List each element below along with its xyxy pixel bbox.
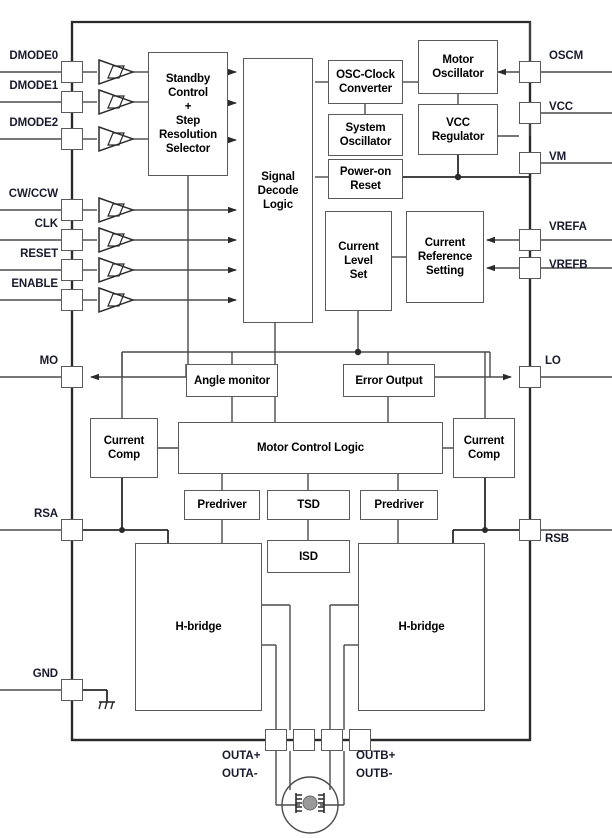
- pin-mo[interactable]: [61, 366, 83, 388]
- pin-label-outb-plus: OUTB+: [356, 750, 396, 762]
- block-standby-control[interactable]: Standby Control + Step Resolution Selector: [148, 52, 228, 176]
- pin-label-vcc: VCC: [549, 101, 573, 113]
- pin-dmode2[interactable]: [61, 128, 83, 150]
- block-predriver-b[interactable]: Predriver: [360, 490, 438, 520]
- block-hbridge-a[interactable]: H-bridge: [135, 543, 262, 711]
- block-motor-control-logic[interactable]: Motor Control Logic: [178, 422, 443, 474]
- pin-vm[interactable]: [519, 152, 541, 174]
- pin-label-cwccw: CW/CCW: [8, 188, 58, 200]
- pin-label-outa-minus: OUTA-: [222, 768, 258, 780]
- pin-label-enable: ENABLE: [11, 278, 58, 290]
- motor-rotor: [295, 793, 325, 813]
- pin-label-gnd: GND: [32, 668, 58, 680]
- pin-gnd[interactable]: [61, 679, 83, 701]
- block-error-output[interactable]: Error Output: [343, 364, 435, 397]
- pin-label-lo: LO: [545, 355, 561, 367]
- pin-outb-plus[interactable]: [321, 729, 343, 751]
- pin-label-vrefa: VREFA: [549, 221, 587, 233]
- block-current-comp-a[interactable]: Current Comp: [90, 418, 158, 478]
- block-current-level-set[interactable]: Current Level Set: [325, 211, 392, 311]
- pin-label-dmode0: DMODE0: [9, 50, 58, 62]
- pin-label-reset: RESET: [20, 248, 58, 260]
- block-system-oscillator[interactable]: System Oscillator: [328, 114, 403, 156]
- pin-label-clk: CLK: [34, 218, 58, 230]
- pin-rsa[interactable]: [61, 519, 83, 541]
- pin-vrefb[interactable]: [519, 257, 541, 279]
- block-hbridge-b[interactable]: H-bridge: [358, 543, 485, 711]
- block-signal-decode-logic[interactable]: Signal Decode Logic: [243, 58, 313, 323]
- block-isd[interactable]: ISD: [267, 540, 350, 573]
- block-vcc-regulator[interactable]: VCC Regulator: [418, 104, 498, 155]
- block-angle-monitor[interactable]: Angle monitor: [186, 364, 278, 397]
- pin-label-outa-plus: OUTA+: [222, 750, 261, 762]
- pin-label-rsb: RSB: [545, 533, 569, 545]
- pin-label-vrefb: VREFB: [549, 259, 588, 271]
- block-current-reference-setting[interactable]: Current Reference Setting: [406, 211, 484, 303]
- pin-oscm[interactable]: [519, 61, 541, 83]
- pin-outb-minus[interactable]: [349, 729, 371, 751]
- pin-outa-minus[interactable]: [265, 729, 287, 751]
- pin-cwccw[interactable]: [61, 199, 83, 221]
- block-tsd[interactable]: TSD: [267, 490, 350, 520]
- pin-label-rsa: RSA: [34, 508, 58, 520]
- pin-label-vm: VM: [549, 151, 567, 163]
- pin-clk[interactable]: [61, 229, 83, 251]
- block-diagram-canvas: DMODE0 DMODE1 DMODE2 CW/CCW CLK RESET EN…: [0, 0, 612, 838]
- pin-dmode1[interactable]: [61, 91, 83, 113]
- pin-label-dmode2: DMODE2: [9, 117, 58, 129]
- pin-label-oscm: OSCM: [549, 50, 584, 62]
- pin-reset[interactable]: [61, 259, 83, 281]
- pin-lo[interactable]: [519, 366, 541, 388]
- block-predriver-a[interactable]: Predriver: [184, 490, 260, 520]
- block-power-on-reset[interactable]: Power-on Reset: [328, 159, 403, 199]
- input-buffers: [98, 58, 136, 314]
- block-current-comp-b[interactable]: Current Comp: [453, 418, 515, 478]
- block-osc-clock-converter[interactable]: OSC-Clock Converter: [328, 60, 403, 104]
- pin-label-dmode1: DMODE1: [9, 80, 58, 92]
- block-motor-oscillator[interactable]: Motor Oscillator: [418, 40, 498, 94]
- pin-vcc[interactable]: [519, 102, 541, 124]
- pin-label-outb-minus: OUTB-: [356, 768, 393, 780]
- pin-enable[interactable]: [61, 289, 83, 311]
- pin-dmode0[interactable]: [61, 61, 83, 83]
- pin-label-mo: MO: [39, 355, 58, 367]
- pin-outa-plus[interactable]: [293, 729, 315, 751]
- pin-rsb[interactable]: [519, 519, 541, 541]
- pin-vrefa[interactable]: [519, 229, 541, 251]
